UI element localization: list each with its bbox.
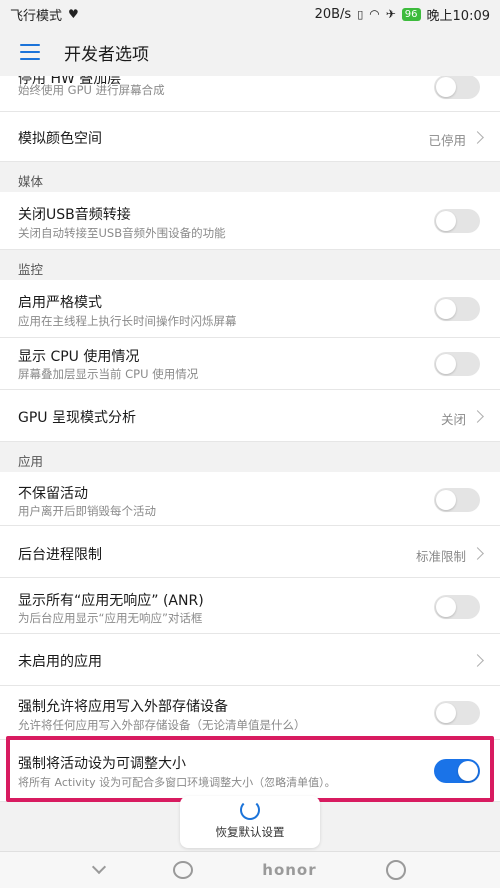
section-header-monitor: 监控: [0, 250, 500, 280]
setting-title: 不保留活动: [18, 486, 88, 502]
menu-icon[interactable]: [20, 44, 40, 60]
health-icon: ♥: [68, 7, 79, 21]
setting-title: 未启用的应用: [18, 654, 102, 670]
setting-subtitle: 用户离开后即销毁每个活动: [18, 504, 156, 518]
setting-subtitle: 始终使用 GPU 进行屏幕合成: [18, 83, 165, 97]
setting-value: 已停用: [428, 133, 466, 148]
setting-title: 启用严格模式: [18, 295, 102, 311]
setting-gpu-composition[interactable]: 停用 HW 叠加层 始终使用 GPU 进行屏幕合成: [0, 76, 500, 112]
setting-title: 后台进程限制: [18, 547, 102, 563]
reset-defaults-button[interactable]: 恢复默认设置: [180, 796, 320, 848]
setting-inactive-apps[interactable]: 未启用的应用: [0, 634, 500, 686]
reset-defaults-label: 恢复默认设置: [215, 825, 285, 839]
setting-force-external-storage[interactable]: 强制允许将应用写入外部存储设备 允许将任何应用写入外部存储设备（无论清单值是什么…: [0, 686, 500, 740]
chevron-right-icon: [471, 547, 484, 560]
navigation-bar: honor: [0, 851, 500, 888]
chevron-right-icon: [471, 654, 484, 667]
chevron-right-icon: [471, 131, 484, 144]
setting-gpu-profile[interactable]: GPU 呈现模式分析 关闭: [0, 390, 500, 442]
setting-dont-keep-activities[interactable]: 不保留活动 用户离开后即销毁每个活动: [0, 472, 500, 526]
section-header-label: 应用: [18, 454, 44, 469]
setting-title: 显示所有“应用无响应” (ANR): [18, 593, 204, 609]
setting-title: 强制将活动设为可调整大小: [18, 756, 186, 772]
vibrate-icon: ▯: [357, 7, 364, 21]
home-icon[interactable]: [173, 861, 194, 879]
setting-title: 显示 CPU 使用情况: [18, 349, 140, 365]
setting-background-limit[interactable]: 后台进程限制 标准限制: [0, 526, 500, 578]
force-external-storage-toggle[interactable]: [434, 701, 480, 725]
setting-usb-audio[interactable]: 关闭USB音频转接 关闭自动转接至USB音频外围设备的功能: [0, 192, 500, 250]
airplane-mode-label: 飞行模式: [10, 8, 63, 24]
battery-indicator: 96: [401, 7, 421, 21]
wifi-icon: ◠: [369, 7, 380, 21]
clock: 晚上10:09: [426, 8, 490, 24]
brand-logo: honor: [262, 861, 317, 879]
reset-bar: 恢复默认设置: [0, 796, 500, 851]
gpu-composition-toggle[interactable]: [434, 76, 480, 99]
show-anr-toggle[interactable]: [434, 595, 480, 619]
setting-strict-mode[interactable]: 启用严格模式 应用在主线程上执行长时间操作时闪烁屏幕: [0, 280, 500, 338]
network-speed: 20B/s: [314, 6, 352, 22]
setting-color-space[interactable]: 模拟颜色空间 已停用: [0, 112, 500, 162]
setting-value: 关闭: [440, 412, 466, 427]
section-header-label: 监控: [18, 262, 44, 277]
chevron-right-icon: [471, 410, 484, 423]
setting-subtitle: 应用在主线程上执行长时间操作时闪烁屏幕: [18, 314, 237, 328]
setting-show-anr[interactable]: 显示所有“应用无响应” (ANR) 为后台应用显示“应用无响应”对话框: [0, 578, 500, 634]
recents-icon[interactable]: [385, 860, 406, 880]
setting-title: GPU 呈现模式分析: [18, 410, 136, 426]
setting-title: 强制允许将应用写入外部存储设备: [18, 699, 228, 715]
section-header-label: 媒体: [18, 174, 44, 189]
setting-subtitle: 为后台应用显示“应用无响应”对话框: [18, 611, 203, 625]
force-resizable-toggle[interactable]: [434, 759, 480, 783]
airplane-icon: ✈: [385, 7, 396, 21]
setting-value: 标准限制: [415, 549, 466, 564]
setting-title: 模拟颜色空间: [18, 131, 102, 147]
section-header-apps: 应用: [0, 442, 500, 472]
setting-subtitle: 关闭自动转接至USB音频外围设备的功能: [18, 226, 226, 240]
status-bar: 飞行模式 ♥ 20B/s ▯ ◠ ✈ 96 晚上10:09: [0, 0, 500, 28]
usb-audio-toggle[interactable]: [434, 209, 480, 233]
setting-subtitle: 屏幕叠加层显示当前 CPU 使用情况: [18, 367, 199, 381]
cpu-usage-toggle[interactable]: [434, 352, 480, 376]
settings-list[interactable]: 停用 HW 叠加层 始终使用 GPU 进行屏幕合成 模拟颜色空间 已停用 媒体 …: [0, 76, 500, 851]
app-bar: 开发者选项: [0, 28, 500, 76]
page-title: 开发者选项: [64, 44, 149, 65]
dont-keep-activities-toggle[interactable]: [434, 488, 480, 512]
section-header-media: 媒体: [0, 162, 500, 192]
setting-force-resizable[interactable]: 强制将活动设为可调整大小 将所有 Activity 设为可配合多窗口环境调整大小…: [0, 740, 500, 802]
setting-title: 关闭USB音频转接: [18, 207, 131, 223]
setting-cpu-usage[interactable]: 显示 CPU 使用情况 屏幕叠加层显示当前 CPU 使用情况: [0, 338, 500, 390]
refresh-icon: [240, 800, 260, 820]
back-icon[interactable]: [92, 859, 107, 875]
setting-subtitle: 允许将任何应用写入外部存储设备（无论清单值是什么）: [18, 718, 306, 732]
strict-mode-toggle[interactable]: [434, 297, 480, 321]
setting-subtitle: 将所有 Activity 设为可配合多窗口环境调整大小（忽略清单值）。: [18, 776, 336, 789]
